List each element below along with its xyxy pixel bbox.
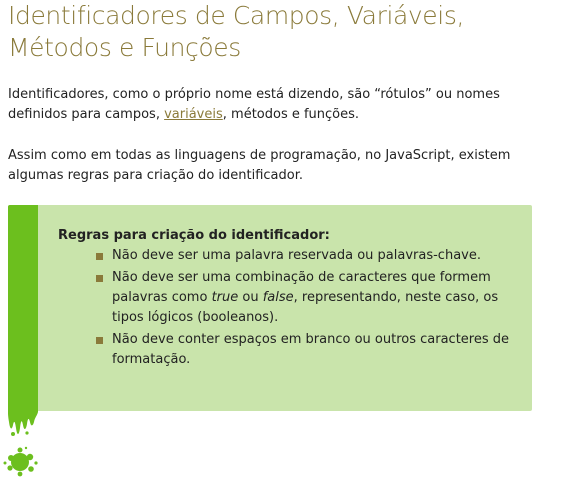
intro-paragraph-line-2: definidos para campos, variáveis, método… — [8, 105, 568, 125]
intro-paragraph: Identificadores, como o próprio nome est… — [8, 85, 568, 125]
rules-callout-box: Regras para criação do identificador: Nã… — [8, 205, 532, 411]
page-title: Identificadores de Campos, Variáveis, Mé… — [8, 0, 568, 64]
rule-item-reserved-words: Não deve ser uma palavra reservada ou pa… — [94, 246, 524, 266]
page-title-line-2: Métodos e Funções — [8, 33, 241, 62]
intro-text-before-link: definidos para campos, — [8, 107, 165, 122]
keyword-false: false — [262, 290, 294, 305]
intro-paragraph-line-1: Identificadores, como o próprio nome est… — [8, 87, 500, 102]
rule-item-boolean-words: Não deve ser uma combinação de caractere… — [94, 268, 524, 328]
page-title-line-1: Identificadores de Campos, Variáveis, — [8, 1, 465, 30]
variaveis-link[interactable]: variáveis — [164, 107, 223, 122]
callout-heading: Regras para criação do identificador: — [58, 228, 330, 243]
rule-text-fragment: , representando, neste caso, os — [293, 290, 499, 305]
rule-text-line-1: Não deve ser uma combinação de caractere… — [112, 270, 491, 285]
rule-text-line-1: Não deve conter espaços em branco ou out… — [112, 332, 510, 347]
rule-text-fragment: palavras como — [112, 290, 212, 305]
square-bullet-icon — [96, 337, 103, 344]
square-bullet-icon — [96, 253, 103, 260]
rules-intro-line-2: algumas regras para criação do identific… — [8, 168, 304, 183]
rule-text-line-3: tipos lógicos (booleanos). — [112, 310, 279, 325]
intro-text-after-link: , métodos e funções. — [222, 107, 360, 122]
rule-text: Não deve ser uma palavra reservada ou pa… — [112, 248, 481, 263]
paint-splash-icon — [3, 400, 38, 477]
rule-item-whitespace: Não deve conter espaços em branco ou out… — [94, 330, 524, 370]
rule-text-fragment: ou — [238, 290, 263, 305]
rule-text-line-2: formatação. — [112, 352, 191, 367]
callout-accent-bar — [8, 205, 38, 411]
rule-text-line-2: palavras como true ou false, representan… — [112, 288, 524, 308]
square-bullet-icon — [96, 275, 103, 282]
rules-list: Não deve ser uma palavra reservada ou pa… — [94, 246, 524, 372]
keyword-true: true — [211, 290, 239, 305]
rules-intro-line-1: Assim como em todas as linguagens de pro… — [8, 148, 511, 163]
rules-intro-paragraph: Assim como em todas as linguagens de pro… — [8, 146, 568, 186]
